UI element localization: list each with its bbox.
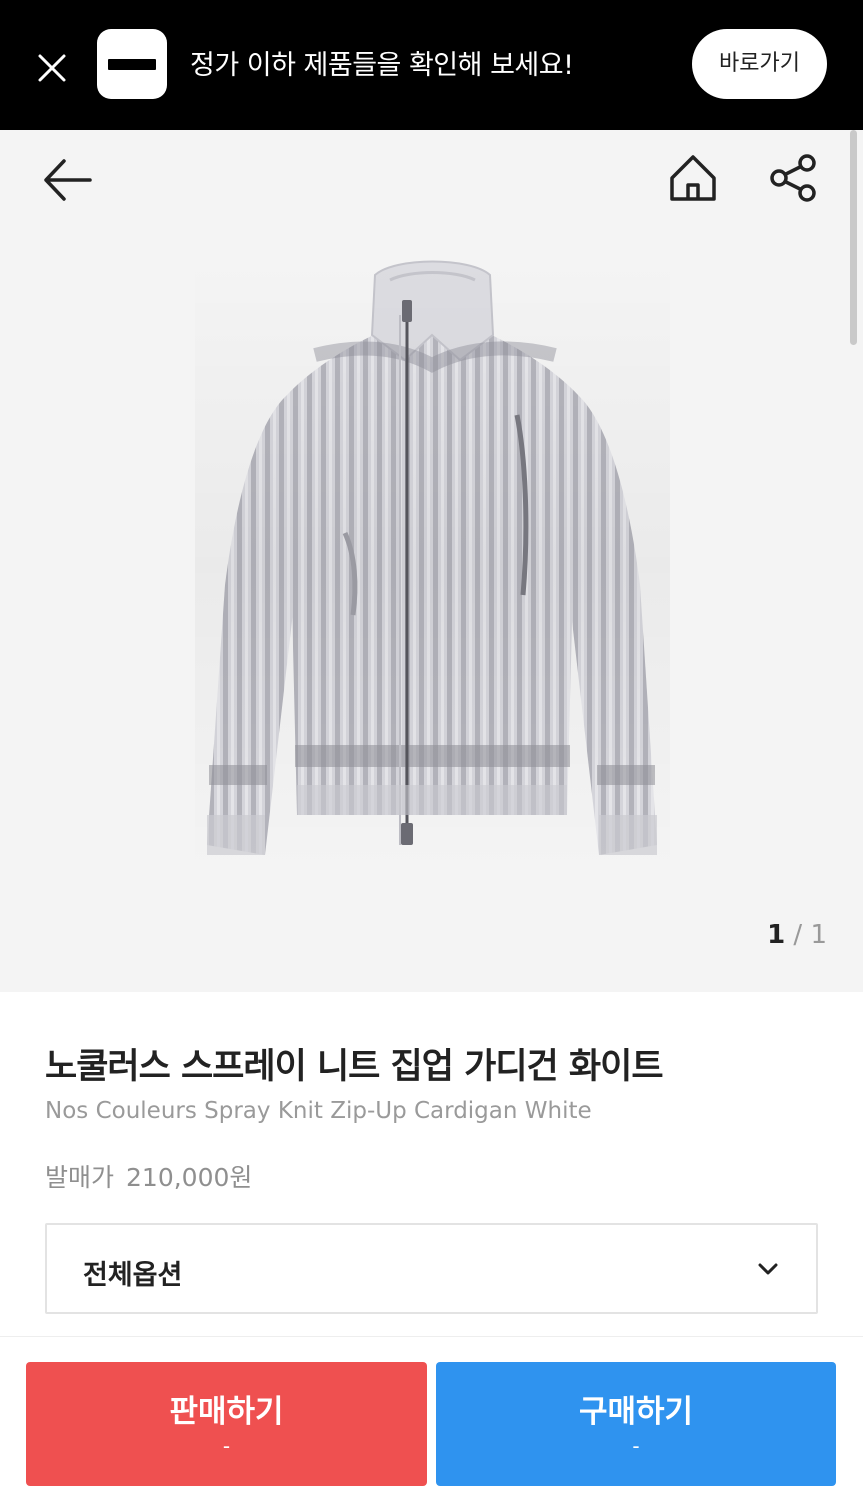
buy-button[interactable]: 구매하기 - <box>436 1362 836 1486</box>
sell-button-label: 판매하기 <box>169 1394 284 1430</box>
pager-current: 1 <box>767 920 786 950</box>
release-price: 발매가 210,000원 <box>45 1158 252 1194</box>
sell-button-price: - <box>222 1434 231 1458</box>
share-icon[interactable] <box>767 152 819 204</box>
release-price-label: 발매가 <box>45 1163 115 1192</box>
banner-go-button[interactable]: 바로가기 <box>692 29 827 99</box>
page-scrollbar[interactable] <box>850 130 857 345</box>
pager-total: 1 <box>810 920 827 950</box>
product-title-ko: 노쿨러스 스프레이 니트 집업 가디건 화이트 <box>45 1047 664 1087</box>
buy-button-label: 구매하기 <box>578 1394 694 1430</box>
chevron-down-icon <box>756 1257 780 1281</box>
product-gallery[interactable]: 1 / 1 <box>0 130 863 992</box>
sell-button[interactable]: 판매하기 - <box>26 1362 427 1486</box>
product-title-en: Nos Couleurs Spray Knit Zip-Up Cardigan … <box>45 1098 592 1124</box>
home-icon[interactable] <box>666 152 720 206</box>
banner-message: 정가 이하 제품들을 확인해 보세요! <box>190 50 574 81</box>
option-select-value: 전체옵션 <box>83 1260 183 1291</box>
option-select[interactable]: 전체옵션 <box>45 1223 818 1314</box>
bottom-action-bar: 판매하기 - 구매하기 - <box>0 1336 863 1500</box>
close-icon[interactable] <box>30 46 74 90</box>
image-pager: 1 / 1 <box>767 920 827 950</box>
back-arrow-icon[interactable] <box>40 155 96 205</box>
app-logo <box>97 29 167 99</box>
release-price-value: 210,000원 <box>126 1163 253 1192</box>
pager-separator: / <box>793 920 803 950</box>
product-image <box>195 255 670 875</box>
buy-button-price: - <box>632 1434 640 1458</box>
promo-banner: 정가 이하 제품들을 확인해 보세요! 바로가기 <box>0 0 863 130</box>
